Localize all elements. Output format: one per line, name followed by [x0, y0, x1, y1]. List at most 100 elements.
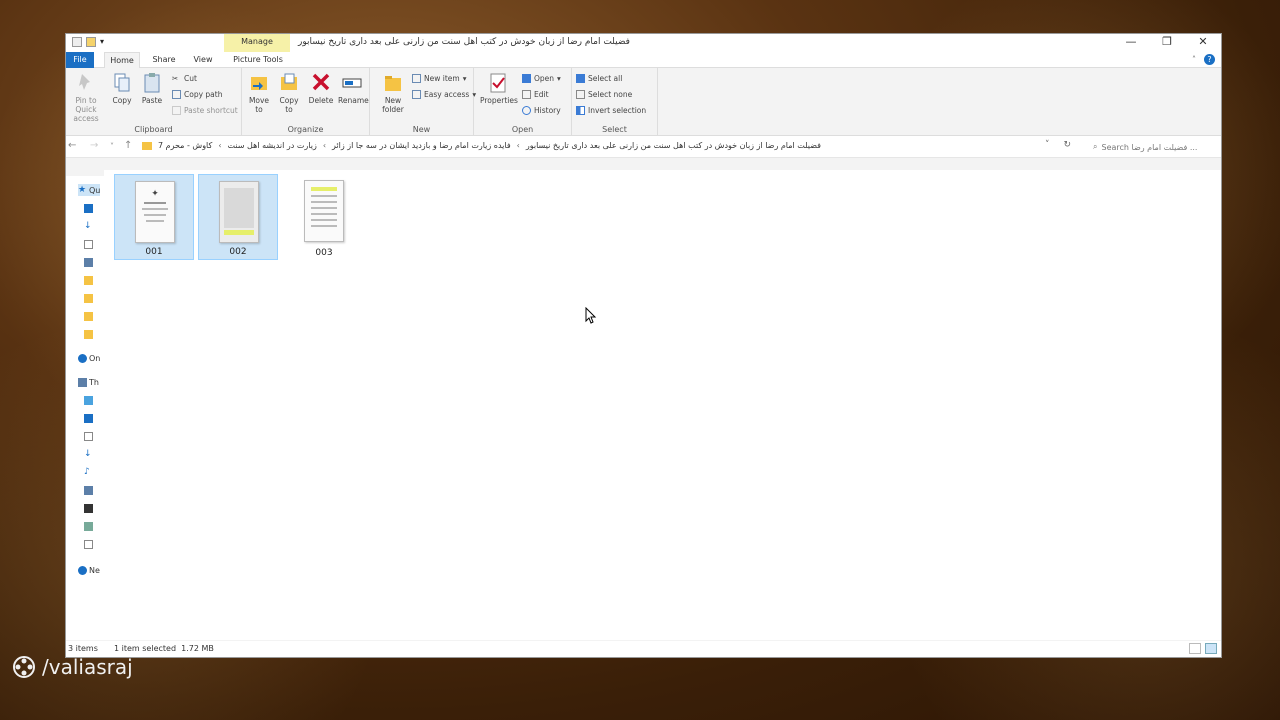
nav-item-documents[interactable]	[84, 430, 106, 442]
open-group: Properties Open ▾ Edit History Open	[474, 68, 572, 136]
chevron-down-icon[interactable]: ˅	[1045, 140, 1050, 150]
refresh-icon[interactable]: ↻	[1063, 140, 1071, 150]
breadcrumb-item[interactable]: فضیلت امام رضا از زبان خودش در کتب اهل س…	[526, 141, 821, 150]
title-bar: ▾ Manage فضیلت امام رضا از زبان خودش در …	[66, 34, 1221, 52]
close-button[interactable]: ✕	[1185, 34, 1221, 52]
easy-access-icon	[412, 90, 421, 99]
tab-manage[interactable]: Manage	[224, 34, 290, 52]
breadcrumb-item[interactable]: فایده زیارت امام رضا و بازدید ایشان در س…	[332, 141, 511, 150]
select-all-button[interactable]: Select all	[576, 74, 622, 83]
paste-shortcut-button[interactable]: Paste shortcut	[172, 106, 238, 115]
clipboard-group: Pin to Quick access Copy Paste ✂ Cut Cop…	[66, 68, 242, 136]
rename-button[interactable]: Rename	[338, 72, 369, 105]
pin-icon	[79, 74, 90, 90]
back-button[interactable]: ←	[68, 140, 76, 151]
nav-item-3d-objects[interactable]	[84, 394, 106, 406]
invert-selection-button[interactable]: Invert selection	[576, 106, 646, 115]
tab-share[interactable]: Share	[148, 52, 180, 68]
select-none-button[interactable]: Select none	[576, 90, 632, 99]
nav-item-folder[interactable]	[84, 292, 106, 304]
edit-button[interactable]: Edit	[522, 90, 549, 99]
minimize-button[interactable]: —	[1113, 34, 1149, 52]
nav-quick-access[interactable]: ★ Qu	[78, 184, 100, 196]
large-icons-view-icon[interactable]	[1205, 643, 1217, 654]
pin-quick-access-button[interactable]: Pin to Quick access	[68, 72, 104, 123]
document-preview-icon: ✦	[142, 189, 168, 222]
tab-file[interactable]: File	[66, 52, 94, 68]
nav-item-documents[interactable]	[84, 238, 106, 250]
new-folder-button[interactable]: New folder	[376, 72, 410, 114]
nav-item-drive[interactable]	[84, 538, 106, 550]
copy-button[interactable]: Copy	[110, 72, 134, 105]
file-thumbnail	[304, 180, 344, 242]
nav-item-folder[interactable]	[84, 310, 106, 322]
help-icon[interactable]: ?	[1204, 54, 1215, 65]
open-label: Open	[511, 125, 534, 134]
search-input[interactable]: Search فضیلت امام رضا ...	[1101, 143, 1197, 152]
music-icon: ♪	[84, 466, 90, 477]
tab-view[interactable]: View	[188, 52, 218, 68]
history-button[interactable]: History	[522, 106, 561, 115]
easy-access-button[interactable]: Easy access ▾	[412, 90, 476, 99]
nav-item-drive[interactable]	[84, 520, 106, 532]
move-to-button[interactable]: Move to	[246, 72, 272, 114]
nav-item-pictures[interactable]	[84, 484, 106, 496]
chevron-down-icon[interactable]: ▾	[100, 37, 104, 47]
properties-button[interactable]: Properties	[480, 72, 518, 105]
file-list: ✦ 001 002 003	[104, 170, 1221, 640]
properties-icon[interactable]	[72, 37, 82, 47]
tab-picture-tools[interactable]: Picture Tools	[226, 52, 290, 68]
details-view-icon[interactable]	[1189, 643, 1201, 654]
move-folder-icon	[251, 77, 267, 90]
paste-shortcut-icon	[172, 106, 181, 115]
nav-item-pictures[interactable]	[84, 256, 106, 268]
delete-button[interactable]: Delete	[308, 72, 334, 105]
forward-button[interactable]: →	[90, 140, 98, 151]
breadcrumb-item[interactable]: کاوش - محرم 7	[158, 141, 212, 150]
chevron-down-icon: ▾	[462, 74, 467, 83]
selection-info: 1 item selected 1.72 MB	[114, 644, 214, 653]
watermark-text: /valiasraj	[42, 655, 133, 679]
copy-path-button[interactable]: Copy path	[172, 90, 222, 99]
chevron-up-icon[interactable]: ˄	[1192, 55, 1196, 64]
desktop-icon	[84, 413, 93, 423]
nav-item-videos[interactable]	[84, 502, 106, 514]
breadcrumb-item[interactable]: زیارت در اندیشه اهل سنت	[228, 141, 317, 150]
nav-item-folder[interactable]	[84, 274, 106, 286]
file-item[interactable]: 002	[198, 174, 278, 260]
document-icon	[84, 431, 93, 441]
nav-item-downloads[interactable]: ↓	[84, 448, 106, 460]
nav-item-desktop[interactable]	[84, 412, 106, 424]
window-title: فضیلت امام رضا از زبان خودش در کتب اهل س…	[298, 37, 630, 47]
copy-path-icon	[172, 90, 181, 99]
folder-icon	[84, 311, 93, 321]
folder-icon	[84, 329, 93, 339]
file-item[interactable]: 003	[284, 174, 364, 260]
nav-network[interactable]: Ne	[78, 564, 100, 576]
video-icon	[84, 503, 93, 513]
cut-button[interactable]: ✂ Cut	[172, 74, 197, 83]
paste-button[interactable]: Paste	[140, 72, 164, 105]
cube-icon	[84, 395, 93, 405]
organize-group: Move to Copy to Delete Rename Organize	[242, 68, 370, 136]
nav-onedrive[interactable]: On	[78, 352, 100, 364]
open-button[interactable]: Open ▾	[522, 74, 561, 83]
file-item[interactable]: ✦ 001	[114, 174, 194, 260]
nav-item-downloads[interactable]: ↓	[84, 220, 106, 232]
new-folder-icon[interactable]	[86, 37, 96, 47]
copy-to-button[interactable]: Copy to	[276, 72, 302, 114]
scissors-icon: ✂	[172, 74, 179, 83]
search-box[interactable]: ⌕ Search فضیلت امام رضا ...	[1089, 139, 1217, 155]
nav-item-music[interactable]: ♪	[84, 466, 106, 478]
maximize-button[interactable]: ❐	[1149, 34, 1185, 52]
recent-locations-button[interactable]: ˅	[110, 142, 114, 151]
up-button[interactable]: ↑	[124, 140, 132, 151]
open-icon	[522, 74, 531, 83]
new-item-button[interactable]: New item ▾	[412, 74, 466, 83]
nav-item-folder[interactable]	[84, 328, 106, 340]
tab-home[interactable]: Home	[104, 52, 140, 68]
nav-item-desktop[interactable]	[84, 202, 106, 214]
organize-label: Organize	[287, 125, 324, 134]
star-icon: ★	[78, 184, 87, 195]
nav-this-pc[interactable]: Th	[78, 376, 100, 388]
